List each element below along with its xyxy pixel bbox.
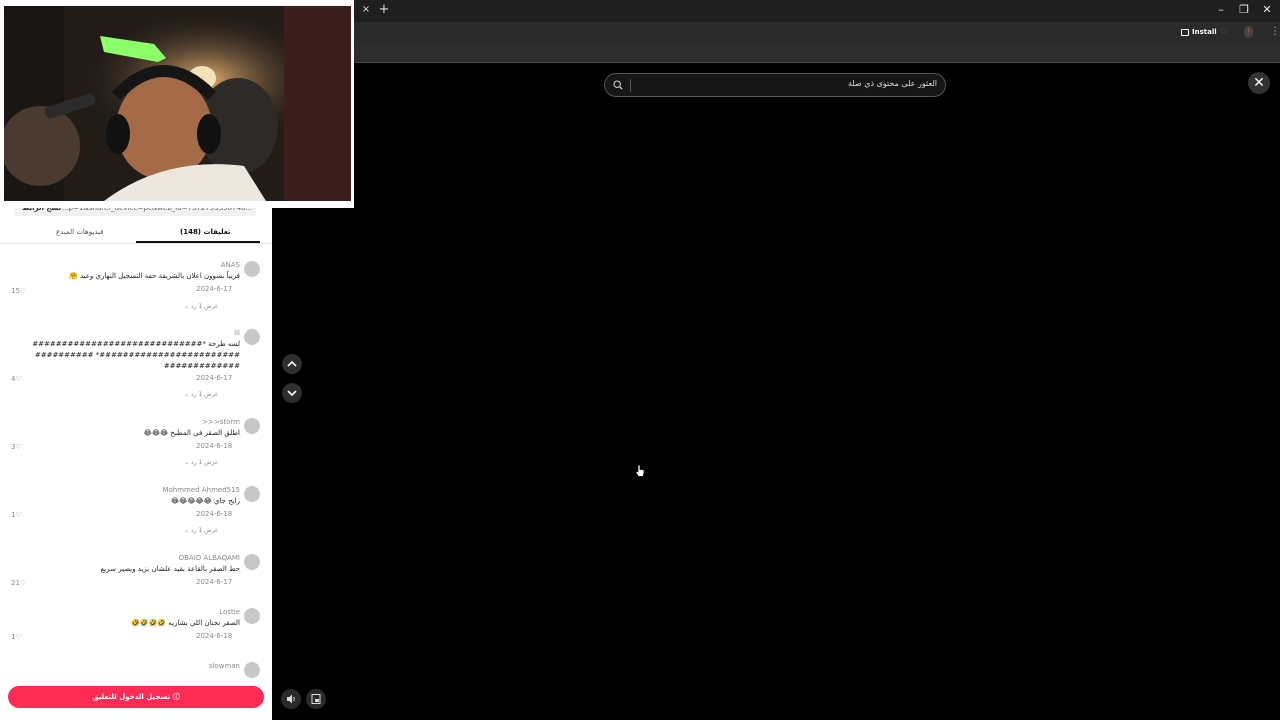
next-video-button[interactable]	[282, 383, 302, 403]
comment-author[interactable]: Lostie	[219, 608, 240, 616]
view-replies-label: عرض 1 رد	[190, 459, 219, 466]
search-separator	[630, 79, 631, 92]
window-close-button[interactable]: ✕	[1257, 3, 1277, 17]
window-restore-button[interactable]: ❐	[1234, 3, 1254, 17]
mouse-cursor-icon	[635, 464, 645, 477]
login-button-label: تسجيل الدخول للتعليق	[92, 693, 171, 701]
avatar[interactable]	[244, 418, 260, 434]
comment-date: 2024-6-17	[196, 285, 233, 293]
comment-author[interactable]: ANAS	[221, 261, 240, 269]
webcam-feed	[4, 6, 351, 201]
comment-author[interactable]: OBAID ALBAQAMI	[179, 554, 240, 562]
heart-icon: ♡	[15, 633, 22, 641]
comment-text: حط الصقر بالقاعة بقيد علشان يزيد ويصير س…	[100, 565, 240, 573]
comment-author[interactable]: slowman	[209, 662, 240, 670]
profile-icon[interactable]: !	[1244, 26, 1253, 38]
volume-button[interactable]	[281, 689, 301, 709]
tab-close-icon[interactable]: ×	[360, 4, 372, 16]
heart-icon: ♡	[19, 579, 27, 587]
avatar[interactable]	[244, 608, 260, 624]
heart-icon: ♡	[15, 443, 22, 451]
comment-date: 2024-6-17	[196, 374, 233, 382]
heart-icon: ♡	[15, 511, 22, 519]
view-replies-label: عرض 1 رد	[190, 391, 219, 398]
chevron-down-icon: ⌄	[184, 527, 191, 534]
comment-date: 2024-6-18	[196, 442, 233, 450]
comment-author[interactable]: lil	[234, 329, 240, 337]
bookmark-star-icon[interactable]: ☆	[1219, 26, 1228, 37]
comment-like[interactable]: 15♡	[11, 287, 26, 295]
picture-in-picture-button[interactable]	[306, 689, 326, 709]
comment-author[interactable]: storm<<<	[202, 418, 240, 426]
comment-like[interactable]: 3♡	[11, 443, 22, 451]
screen: × + – ❐ ✕ Install ☆ ! ⋮ العثور على محتوى…	[0, 0, 1280, 720]
install-label: Install	[1192, 28, 1217, 36]
comment-like[interactable]: 1♡	[11, 633, 22, 641]
avatar[interactable]	[244, 554, 260, 570]
avatar[interactable]	[244, 261, 260, 277]
chevron-down-icon: ⌄	[184, 303, 191, 310]
comment-like[interactable]: 4♡	[11, 375, 22, 383]
like-count: 21	[11, 579, 20, 587]
chevron-up-icon	[287, 360, 297, 367]
comment-bubble-icon: ⓘ	[172, 693, 180, 701]
comment-like[interactable]: 1♡	[11, 511, 22, 519]
comment-date: 2024-6-17	[196, 578, 233, 586]
search-bar[interactable]: العثور على محتوى ذي صلة	[604, 73, 946, 97]
avatar[interactable]	[244, 662, 260, 678]
comments-panel: ...p=1&sharer_device=pc&web_id=737275935…	[0, 200, 272, 720]
tab-creator-videos[interactable]: فيديوهات المبدع	[56, 228, 103, 236]
comment-like[interactable]: 21♡	[11, 579, 26, 587]
search-input[interactable]: العثور على محتوى ذي صلة	[848, 79, 937, 88]
search-icon	[613, 80, 623, 90]
streamer-image	[4, 6, 351, 201]
previous-video-button[interactable]	[282, 354, 302, 374]
like-count: 15	[11, 287, 20, 295]
comment-text: اطلق الصقر في المطبخ 😂😂😂	[143, 429, 240, 437]
window-minimize-button[interactable]: –	[1211, 3, 1231, 17]
view-replies-button[interactable]: ⌄ عرض 1 رد	[184, 303, 218, 310]
login-to-comment-button[interactable]: تسجيل الدخول للتعليق ⓘ	[8, 686, 264, 708]
view-replies-label: عرض 1 رد	[190, 527, 219, 534]
view-replies-label: عرض 1 رد	[190, 303, 219, 310]
avatar[interactable]	[244, 329, 260, 345]
chevron-down-icon: ⌄	[184, 459, 191, 466]
view-replies-button[interactable]: ⌄ عرض 1 رد	[184, 459, 218, 466]
install-app-button[interactable]: Install	[1177, 24, 1221, 40]
webcam-overlay	[0, 0, 354, 208]
speaker-icon	[287, 694, 295, 704]
comment-text: قريباً بسوون اعلان بالشريفة حفة التسجيل …	[69, 272, 240, 280]
tabs-divider	[0, 243, 272, 244]
tab-comments[interactable]: (148) تعليقات	[180, 228, 230, 236]
comment-text: رايح جاي 😂😂😂😂😂	[170, 497, 240, 505]
close-player-button[interactable]: ✕	[1248, 72, 1270, 94]
view-replies-button[interactable]: ⌄ عرض 1 رد	[184, 391, 218, 398]
avatar[interactable]	[244, 486, 260, 502]
heart-icon: ♡	[15, 375, 22, 383]
picture-in-picture-icon	[311, 694, 321, 704]
comment-text: الصقر تجنان اللي يشاريه 🤣🤣🤣🤣	[131, 619, 240, 627]
view-replies-button[interactable]: ⌄ عرض 1 رد	[184, 527, 218, 534]
browser-menu-icon[interactable]: ⋮	[1270, 26, 1280, 37]
comment-author[interactable]: Mohmmed Ahmed515	[162, 486, 240, 494]
comment-date: 2024-6-18	[196, 510, 233, 518]
chevron-down-icon	[287, 390, 297, 397]
heart-icon: ♡	[19, 287, 27, 295]
comment-date: 2024-6-18	[196, 632, 233, 640]
chevron-down-icon: ⌄	[184, 391, 191, 398]
comment-text: لسه طرحة *##############################…	[32, 340, 240, 370]
new-tab-button[interactable]: +	[377, 3, 391, 17]
install-icon	[1181, 28, 1189, 36]
divider	[355, 62, 1280, 63]
